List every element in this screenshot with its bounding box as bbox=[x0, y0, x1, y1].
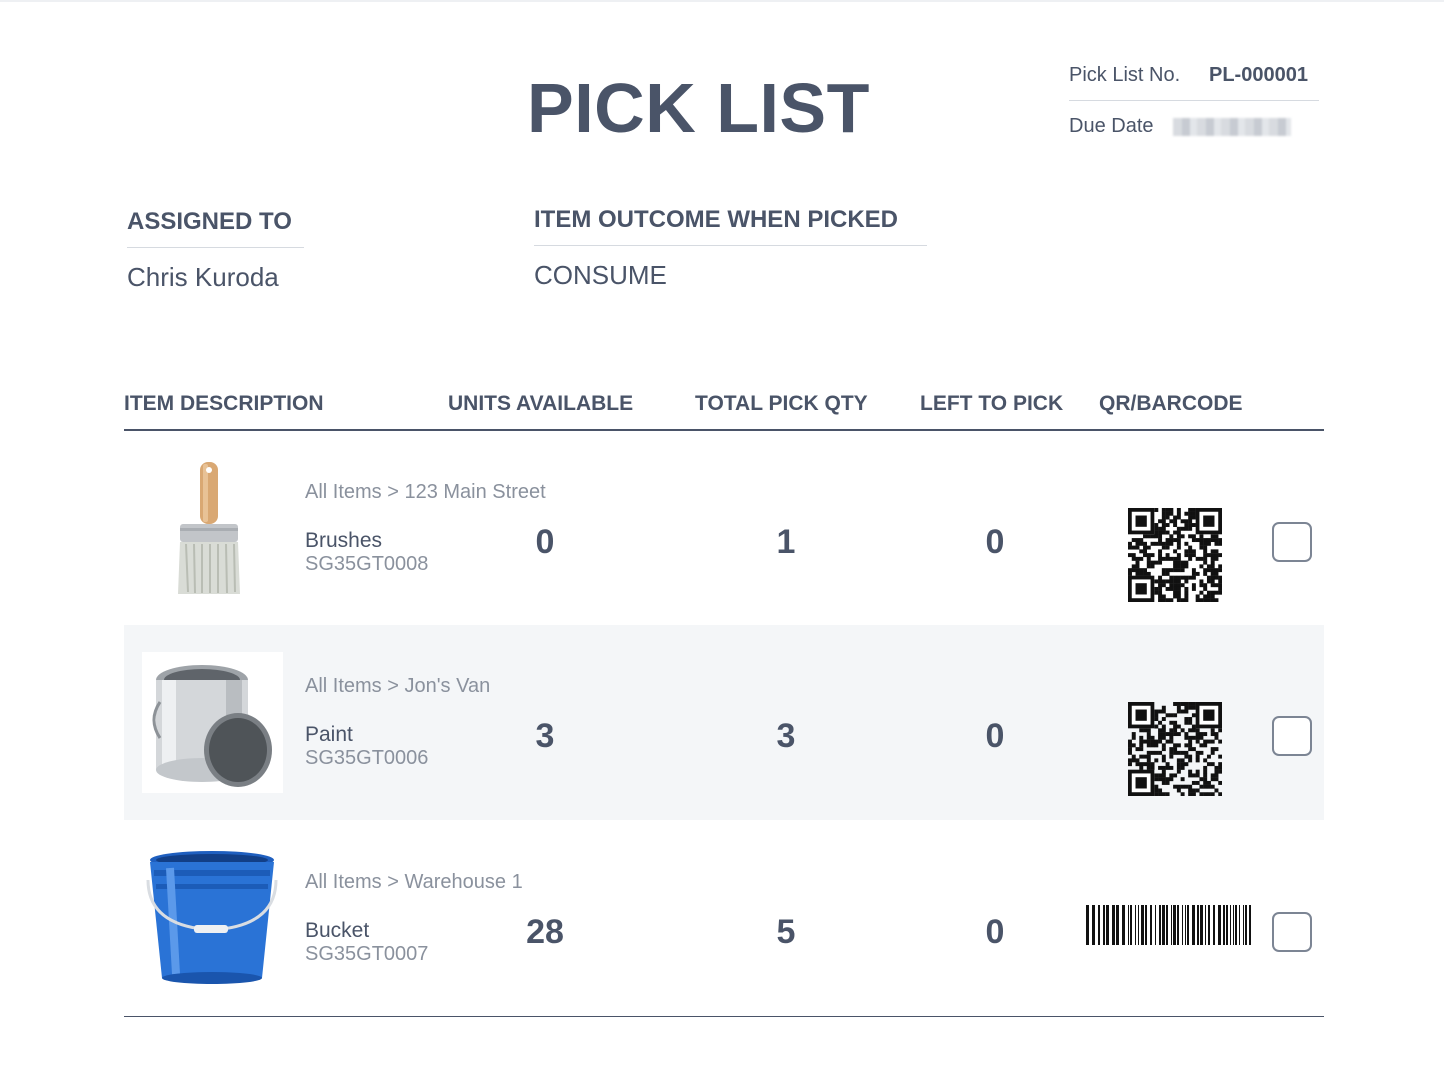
table-bottom-divider bbox=[124, 1016, 1324, 1017]
pick-checkbox[interactable] bbox=[1272, 912, 1312, 952]
barcode bbox=[1086, 905, 1254, 945]
item-location-path: All Items > Warehouse 1 bbox=[305, 871, 523, 893]
table-row: All Items > 123 Main Street Brushes SG35… bbox=[124, 431, 1324, 626]
units-available: 3 bbox=[535, 717, 555, 755]
total-pick-qty: 5 bbox=[776, 913, 796, 951]
item-location-path: All Items > Jon's Van bbox=[305, 675, 491, 697]
item-outcome-label: ITEM OUTCOME WHEN PICKED bbox=[534, 206, 898, 233]
header-qr-barcode: QR/BARCODE bbox=[1099, 392, 1243, 415]
header-item-description: ITEM DESCRIPTION bbox=[124, 392, 324, 415]
page-title: PICK LIST bbox=[527, 69, 870, 147]
pick-list-number-label: Pick List No. bbox=[1069, 64, 1181, 86]
pick-checkbox[interactable] bbox=[1272, 522, 1312, 562]
item-outcome-divider bbox=[534, 245, 927, 246]
item-location-path: All Items > 123 Main Street bbox=[305, 481, 546, 503]
total-pick-qty: 1 bbox=[776, 523, 796, 561]
units-available: 0 bbox=[535, 523, 555, 561]
item-name: Paint bbox=[305, 723, 353, 746]
left-to-pick: 0 bbox=[985, 523, 1005, 561]
item-sku: SG35GT0008 bbox=[305, 553, 429, 575]
paint-brush-image bbox=[142, 458, 283, 599]
total-pick-qty: 3 bbox=[776, 717, 796, 755]
left-to-pick: 0 bbox=[985, 913, 1005, 951]
header-left-to-pick: LEFT TO PICK bbox=[920, 392, 1064, 415]
item-name: Bucket bbox=[305, 919, 370, 942]
left-to-pick: 0 bbox=[985, 717, 1005, 755]
top-divider bbox=[0, 0, 1444, 2]
assigned-to-label: ASSIGNED TO bbox=[127, 208, 292, 235]
assigned-to-value: Chris Kuroda bbox=[127, 262, 279, 292]
meta-divider bbox=[1069, 100, 1319, 101]
item-sku: SG35GT0006 bbox=[305, 747, 429, 769]
paint-can-image bbox=[142, 652, 283, 793]
due-date: Due Date bbox=[1069, 115, 1319, 138]
item-outcome-value: CONSUME bbox=[534, 260, 667, 290]
header-total-pick-qty: TOTAL PICK QTY bbox=[695, 392, 868, 415]
units-available: 28 bbox=[526, 913, 564, 951]
qr-code bbox=[1128, 508, 1222, 602]
item-name: Brushes bbox=[305, 529, 383, 552]
header-units-available: UNITS AVAILABLE bbox=[448, 392, 634, 415]
pick-checkbox[interactable] bbox=[1272, 716, 1312, 756]
pick-list-number: Pick List No. PL-000001 bbox=[1069, 64, 1319, 87]
pick-list-number-value: PL-000001 bbox=[1209, 64, 1308, 86]
table-row: All Items > Warehouse 1 Bucket SG35GT000… bbox=[124, 821, 1324, 1016]
due-date-label: Due Date bbox=[1069, 115, 1154, 137]
table-row: All Items > Jon's Van Paint SG35GT0006 3… bbox=[124, 625, 1324, 820]
assigned-to-divider bbox=[127, 247, 304, 248]
blue-bucket-image bbox=[142, 848, 283, 989]
item-sku: SG35GT0007 bbox=[305, 943, 429, 965]
qr-code bbox=[1128, 702, 1222, 796]
due-date-redacted bbox=[1173, 118, 1291, 136]
